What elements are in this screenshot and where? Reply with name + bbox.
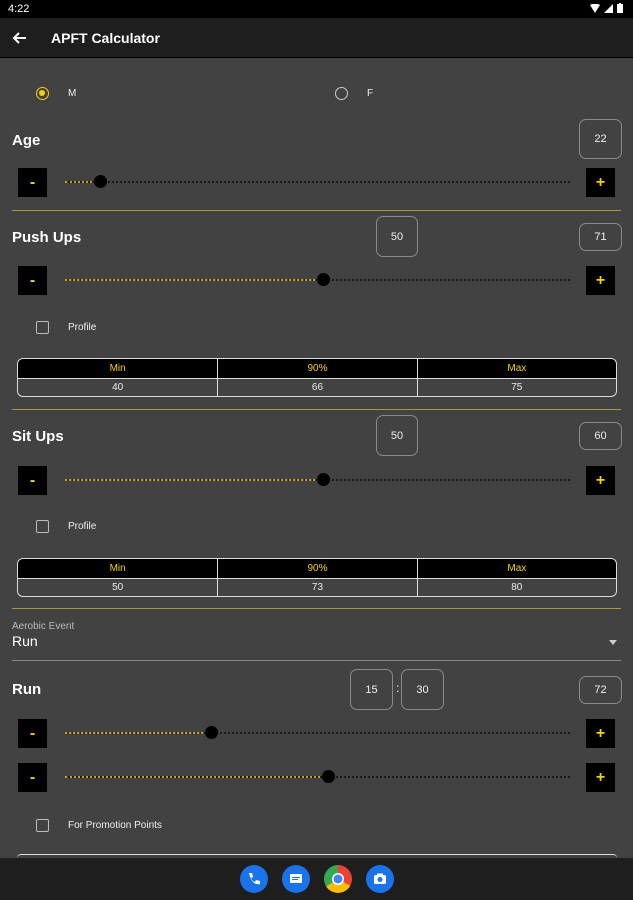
pushups-slider-fill xyxy=(65,279,323,281)
run-seconds-plus-button[interactable]: + xyxy=(586,763,615,792)
divider xyxy=(12,409,621,410)
run-seconds[interactable]: 30 xyxy=(401,669,444,710)
pushups-label: Push Ups xyxy=(12,229,82,246)
table-header: Max xyxy=(416,559,616,578)
situps-score: 60 xyxy=(579,422,622,450)
age-plus-button[interactable]: + xyxy=(586,168,615,197)
situps-slider[interactable] xyxy=(65,473,570,486)
situps-profile-label: Profile xyxy=(68,521,97,532)
signal-icon xyxy=(604,3,613,13)
run-minutes-minus-button[interactable]: - xyxy=(18,719,47,748)
taskbar xyxy=(0,858,633,900)
calculator-content: M F Age 22 - + Push Ups 50 71 - + Profil… xyxy=(0,58,633,858)
situps-slider-thumb[interactable] xyxy=(316,473,330,486)
age-slider[interactable] xyxy=(65,175,570,188)
pushups-profile-checkbox[interactable] xyxy=(36,321,49,334)
phone-app-icon[interactable] xyxy=(240,865,268,893)
pushups-profile-label: Profile xyxy=(68,322,97,333)
table-header: Min xyxy=(18,559,218,578)
age-slider-thumb[interactable] xyxy=(94,175,108,188)
aerobic-event-value: Run xyxy=(12,633,38,649)
run-minutes[interactable]: 15 xyxy=(350,669,393,710)
run-seconds-slider[interactable] xyxy=(65,770,570,783)
dropdown-arrow-icon xyxy=(609,640,617,645)
table-cell: 40 xyxy=(18,378,218,396)
run-seconds-minus-button[interactable]: - xyxy=(18,763,47,792)
back-arrow-icon[interactable] xyxy=(10,28,30,48)
aerobic-event-caption: Aerobic Event xyxy=(12,621,75,632)
situps-reps[interactable]: 50 xyxy=(376,415,418,456)
promotion-points-checkbox[interactable] xyxy=(36,819,49,832)
app-bar: APFT Calculator xyxy=(0,18,633,58)
situps-minus-button[interactable]: - xyxy=(18,466,47,495)
age-label: Age xyxy=(12,132,41,149)
pushups-score: 71 xyxy=(579,223,622,251)
male-radio[interactable] xyxy=(36,87,49,100)
table-cell: 50 xyxy=(18,578,218,596)
camera-app-icon[interactable] xyxy=(366,865,394,893)
status-icons xyxy=(590,3,623,13)
time-separator: : xyxy=(396,681,400,695)
situps-standards-table: Min 90% Max 50 73 80 xyxy=(17,558,617,597)
battery-icon xyxy=(617,3,623,13)
table-cell: 73 xyxy=(217,578,417,596)
run-seconds-slider-thumb[interactable] xyxy=(321,770,335,783)
table-header: 90% xyxy=(217,559,417,578)
pushups-reps[interactable]: 50 xyxy=(376,216,418,257)
divider xyxy=(12,608,621,609)
pushups-slider-thumb[interactable] xyxy=(316,273,330,286)
female-radio[interactable] xyxy=(335,87,348,100)
pushups-standards-table: Min 90% Max 40 66 75 xyxy=(17,358,617,397)
messages-app-icon[interactable] xyxy=(282,865,310,893)
age-minus-button[interactable]: - xyxy=(18,168,47,197)
run-seconds-slider-fill xyxy=(65,776,328,778)
pushups-plus-button[interactable]: + xyxy=(586,266,615,295)
table-cell: 75 xyxy=(416,378,616,396)
promotion-points-label: For Promotion Points xyxy=(68,820,162,831)
run-minutes-plus-button[interactable]: + xyxy=(586,719,615,748)
age-value[interactable]: 22 xyxy=(579,119,622,159)
divider xyxy=(12,210,621,211)
situps-label: Sit Ups xyxy=(12,428,64,445)
table-header: Max xyxy=(416,359,616,378)
run-minutes-slider-fill xyxy=(65,732,212,734)
run-score: 72 xyxy=(579,676,622,704)
table-cell: 66 xyxy=(217,378,417,396)
run-minutes-slider[interactable] xyxy=(65,726,570,739)
wifi-icon xyxy=(590,3,600,13)
situps-plus-button[interactable]: + xyxy=(586,466,615,495)
page-title: APFT Calculator xyxy=(51,30,160,46)
female-label: F xyxy=(367,88,374,99)
run-label: Run xyxy=(12,681,42,698)
run-minutes-slider-thumb[interactable] xyxy=(205,726,219,739)
status-time: 4:22 xyxy=(8,3,30,15)
chrome-app-icon[interactable] xyxy=(324,865,352,893)
pushups-minus-button[interactable]: - xyxy=(18,266,47,295)
table-header: 90% xyxy=(217,359,417,378)
pushups-slider[interactable] xyxy=(65,273,570,286)
aerobic-event-dropdown[interactable]: Aerobic Event Run xyxy=(12,621,621,661)
table-cell: 80 xyxy=(416,578,616,596)
table-header: Min xyxy=(18,359,218,378)
situps-profile-checkbox[interactable] xyxy=(36,520,49,533)
status-bar: 4:22 xyxy=(0,0,633,18)
situps-slider-fill xyxy=(65,479,323,481)
male-label: M xyxy=(68,88,77,99)
